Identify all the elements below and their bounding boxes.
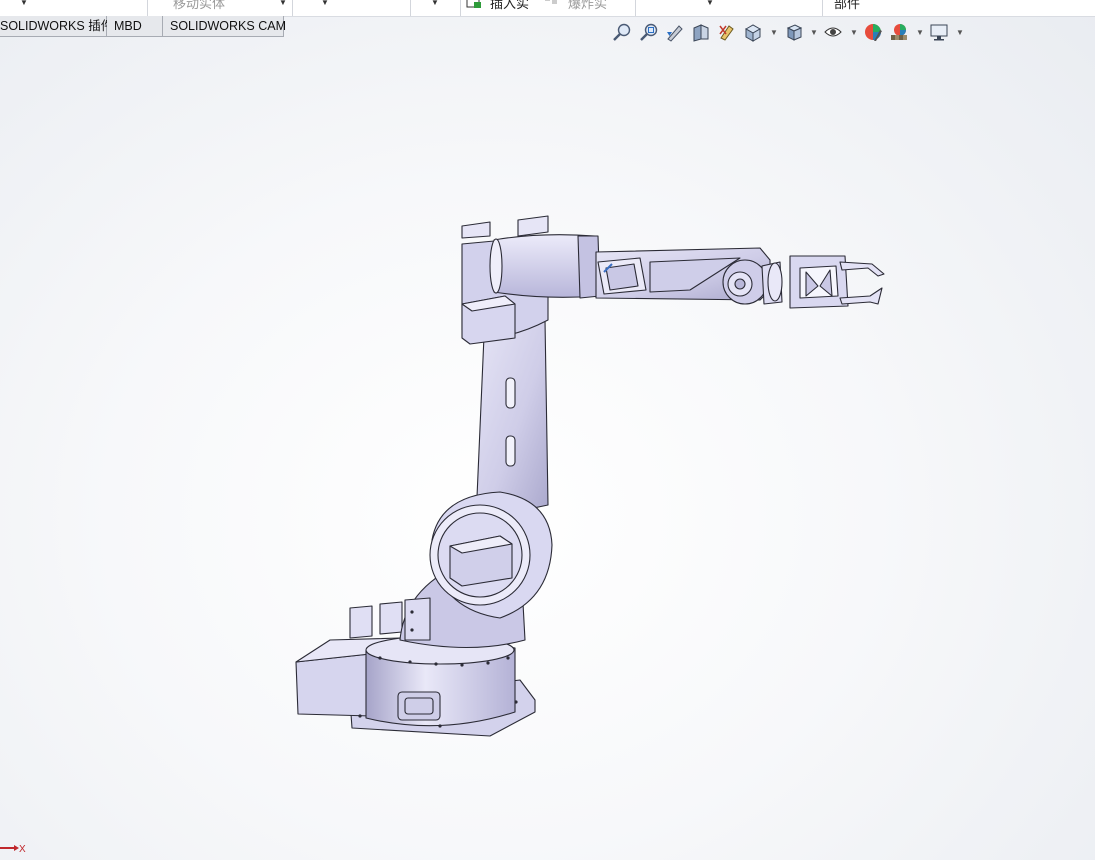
dropdown-caret-icon[interactable]: ▼ bbox=[706, 0, 714, 7]
command-manager-ribbon: ▼ 移动实体 ▼ ▼ ▼ 插入实 爆炸实 ▼ 部件 bbox=[0, 0, 1095, 17]
command-manager-tabs: SOLIDWORKS 插件 MBD SOLIDWORKS CAM bbox=[0, 16, 286, 38]
zoom-to-fit-icon[interactable] bbox=[612, 22, 632, 42]
triad-x-label: X bbox=[19, 844, 26, 854]
tab-solidworks-addins[interactable]: SOLIDWORKS 插件 bbox=[0, 16, 113, 37]
ribbon-separator bbox=[460, 0, 461, 16]
apply-scene-icon[interactable] bbox=[889, 22, 909, 42]
dropdown-caret-icon[interactable]: ▼ bbox=[279, 0, 287, 7]
insert-part-button[interactable]: 插入实 bbox=[490, 0, 529, 12]
view-orientation-icon[interactable] bbox=[743, 22, 763, 42]
dropdown-caret-icon[interactable]: ▼ bbox=[20, 0, 28, 7]
coordinate-triad-x-axis: X bbox=[0, 844, 26, 854]
ribbon-separator bbox=[147, 0, 148, 16]
insert-part-icon[interactable] bbox=[466, 0, 482, 8]
ribbon-separator bbox=[410, 0, 411, 16]
ribbon-separator bbox=[292, 0, 293, 16]
view-orientation-dropdown-icon[interactable]: ▼ bbox=[770, 28, 778, 37]
part-label[interactable]: 部件 bbox=[834, 0, 860, 12]
edit-appearance-icon[interactable] bbox=[863, 22, 883, 42]
view-settings-icon[interactable] bbox=[929, 22, 949, 42]
dynamic-annotation-icon[interactable] bbox=[717, 22, 737, 42]
apply-scene-dropdown-icon[interactable]: ▼ bbox=[916, 28, 924, 37]
hide-show-items-icon[interactable] bbox=[823, 22, 843, 42]
dropdown-caret-icon[interactable]: ▼ bbox=[321, 0, 329, 7]
display-style-icon[interactable] bbox=[784, 22, 804, 42]
graphics-area-robot-arm-model[interactable] bbox=[0, 40, 1095, 860]
ribbon-separator bbox=[635, 0, 636, 16]
section-view-icon[interactable] bbox=[691, 22, 711, 42]
ribbon-separator bbox=[822, 0, 823, 16]
display-style-dropdown-icon[interactable]: ▼ bbox=[810, 28, 818, 37]
previous-view-icon[interactable] bbox=[665, 22, 685, 42]
dropdown-caret-icon[interactable]: ▼ bbox=[431, 0, 439, 7]
tab-mbd[interactable]: MBD bbox=[107, 16, 163, 37]
exploded-view-icon[interactable] bbox=[543, 0, 559, 8]
hide-show-dropdown-icon[interactable]: ▼ bbox=[850, 28, 858, 37]
zoom-to-area-icon[interactable] bbox=[639, 22, 659, 42]
move-body-button[interactable]: 移动实体 bbox=[173, 0, 225, 12]
view-settings-dropdown-icon[interactable]: ▼ bbox=[956, 28, 964, 37]
tab-solidworks-cam[interactable]: SOLIDWORKS CAM bbox=[163, 16, 286, 37]
exploded-view-button[interactable]: 爆炸实 bbox=[568, 0, 607, 12]
